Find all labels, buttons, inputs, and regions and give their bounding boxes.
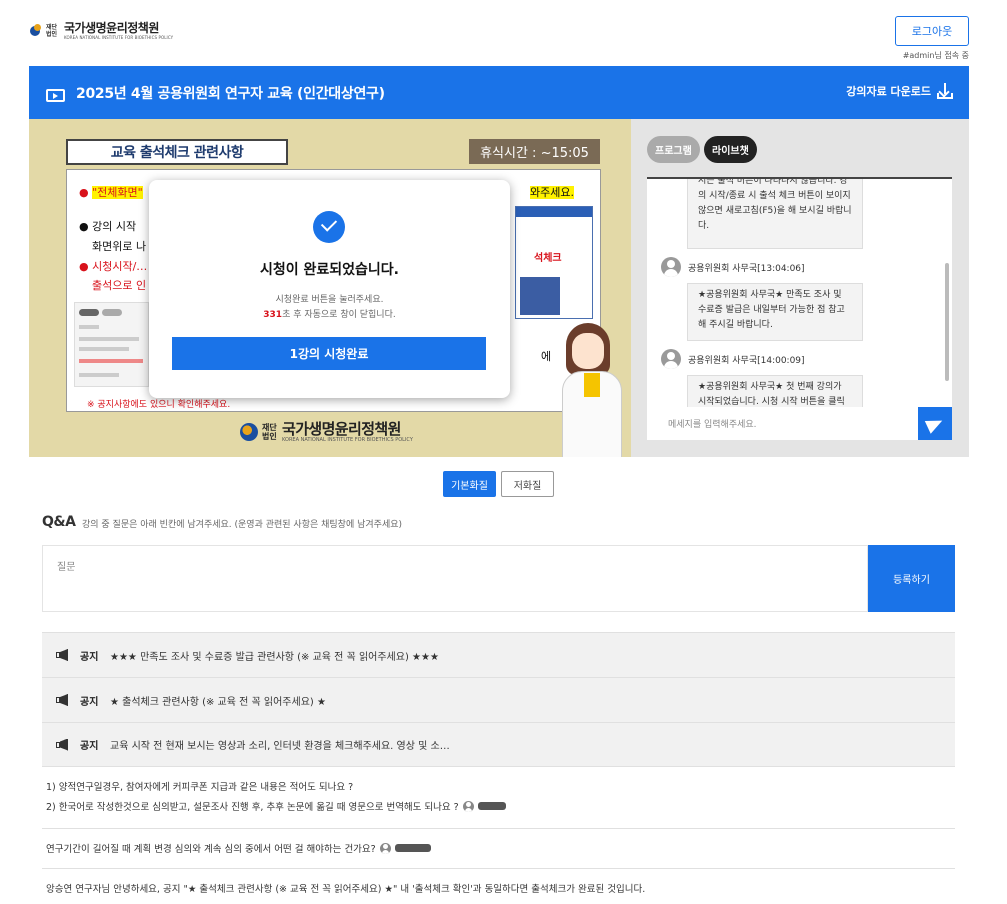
presenter-illustration	[556, 323, 631, 457]
logo-name: 국가생명윤리정책원	[64, 21, 159, 35]
slide-title: 교육 출석체크 관련사항	[66, 139, 288, 165]
slide-bullet-3b: 출석으로 인	[92, 279, 147, 292]
send-icon[interactable]	[918, 407, 952, 440]
chat-message-list[interactable]: 서는 출석 버튼이 나타나지 않습니다. 강의 시작/종료 시 출석 체크 버튼…	[647, 177, 952, 407]
notice-text: ★ 출석체크 관련사항 (※ 교육 전 꼭 읽어주세요) ★	[110, 696, 326, 708]
user-avatar-icon	[379, 842, 391, 854]
notice-text: ★★★ 만족도 조사 및 수료증 발급 관련사항 (※ 교육 전 꼭 읽어주세요…	[110, 651, 439, 663]
modal-message: 시청완료 버튼을 눌러주세요.	[275, 295, 384, 305]
slide-bullet-2: ● 강의 시작	[79, 220, 137, 233]
tab-live-chat[interactable]: 라이브챗	[704, 136, 757, 163]
qa-line: 연구기간이 길어질 때 계획 변경 심의와 계속 심의 중에서 어떤 걸 해야하…	[46, 838, 955, 858]
check-circle-icon	[313, 211, 345, 243]
notice-row[interactable]: 공지 교육 시작 전 현재 보시는 영상과 소리, 인터넷 환경을 체크해주세요…	[42, 722, 955, 767]
slide-bullet-1: ● "전체화면"	[79, 186, 143, 199]
chat-scrollbar[interactable]	[945, 263, 949, 381]
qa-title: Q&A	[42, 514, 76, 530]
slide-note: ※ 공지사항에도 있으니 확인해주세요.	[87, 400, 231, 410]
logout-button[interactable]: 로그아웃	[895, 16, 969, 46]
chat-sender: 공용위원회 사무국[14:00:09]	[661, 349, 805, 369]
chat-bubble: ★공용위원회 사무국★ 첫 번째 강의가 시작되었습니다. 시청 시작 버튼을 …	[687, 375, 863, 407]
question-input[interactable]: 질문	[42, 545, 868, 612]
slide-screenshot-thumbnail	[74, 302, 149, 387]
slide-logo-sub: KOREA NATIONAL INSTITUTE FOR BIOETHICS P…	[282, 437, 413, 443]
modal-countdown-message: 331초 후 자동으로 창이 닫힙니다.	[263, 310, 396, 320]
logo-mark-icon	[30, 24, 42, 38]
notice-tag: 공지	[80, 696, 99, 708]
notice-row[interactable]: 공지 ★ 출석체크 관련사항 (※ 교육 전 꼭 읽어주세요) ★	[42, 677, 955, 722]
watch-complete-button[interactable]: 1강의 시청완료	[172, 337, 486, 370]
qa-list-item[interactable]: 연구기간이 길어질 때 계획 변경 심의와 계속 심의 중에서 어떤 걸 해야하…	[42, 828, 955, 868]
user-avatar-icon	[661, 349, 681, 369]
download-materials-button[interactable]: 강의자료 다운로드	[846, 82, 953, 100]
chat-message-input[interactable]: 메세지를 입력해주세요.	[647, 407, 918, 440]
slide-logo-name: 국가생명윤리정책원	[282, 420, 401, 438]
qa-list-item[interactable]: 1) 양적연구일경우, 참여자에게 커피쿠폰 지급과 같은 내용은 적어도 되나…	[42, 776, 955, 828]
notice-tag: 공지	[80, 741, 99, 752]
submit-question-button[interactable]: 등록하기	[868, 545, 955, 612]
notice-text: 교육 시작 전 현재 보시는 영상과 소리, 인터넷 환경을 체크해주세요. 영…	[110, 741, 450, 752]
megaphone-icon	[56, 649, 70, 661]
download-label: 강의자료 다운로드	[846, 85, 931, 98]
course-title-bar: 2025년 4월 공용위원회 연구자 교육 (인간대상연구) 강의자료 다운로드	[29, 66, 969, 119]
qa-line: 2) 한국어로 작성한것으로 심의받고, 설문조사 진행 후, 추후 논문에 옮…	[46, 796, 955, 816]
slide-right-text: 에	[541, 350, 552, 363]
chat-sender: 공용위원회 사무국[13:04:06]	[661, 257, 805, 277]
slide-bullet-3: ● 시청시작/…	[79, 260, 148, 273]
quality-low-button[interactable]: 저화질	[501, 471, 554, 497]
course-title: 2025년 4월 공용위원회 연구자 교육 (인간대상연구)	[76, 85, 385, 102]
tab-program[interactable]: 프로그램	[647, 136, 700, 163]
notice-tag: 공지	[80, 651, 99, 663]
qa-list-item[interactable]: 앙승연 연구자님 안녕하세요, 공지 "★ 출석체크 관련사항 (※ 교육 전 …	[42, 868, 955, 904]
page: 재단법인 국가생명윤리정책원 KOREA NATIONAL INSTITUTE …	[0, 0, 1007, 904]
user-avatar-icon	[661, 257, 681, 277]
slide-logo-foundation: 재단법인	[262, 423, 277, 441]
chat-panel: 프로그램 라이브챗 서는 출석 버튼이 나타나지 않습니다. 강의 시작/종료 …	[631, 119, 969, 457]
logo-mark-icon	[240, 423, 258, 441]
tv-play-icon	[46, 85, 65, 102]
slide-bullet-1-tail: 와주세요.	[530, 186, 574, 199]
break-time-label: 휴식시간 : ~15:05	[469, 139, 600, 164]
completion-modal: 시청이 완료되었습니다. 시청완료 버튼을 눌러주세요. 331초 후 자동으로…	[149, 180, 510, 398]
chat-bubble: 서는 출석 버튼이 나타나지 않습니다. 강의 시작/종료 시 출석 체크 버튼…	[687, 179, 863, 249]
countdown-seconds: 331	[263, 310, 283, 320]
redacted-author	[394, 844, 431, 852]
modal-title: 시청이 완료되었습니다.	[260, 262, 399, 278]
user-avatar-icon	[462, 800, 474, 812]
logo-subtitle: KOREA NATIONAL INSTITUTE FOR BIOETHICS P…	[64, 35, 174, 40]
megaphone-icon	[56, 694, 70, 706]
slide-footer-logo: 재단법인 국가생명윤리정책원 KOREA NATIONAL INSTITUTE …	[240, 421, 413, 443]
download-icon	[937, 82, 953, 100]
redacted-author	[477, 802, 506, 810]
slide-bullet-2b: 화면위로 나	[92, 240, 147, 253]
qa-line: 앙승연 연구자님 안녕하세요, 공지 "★ 출석체크 관련사항 (※ 교육 전 …	[46, 884, 646, 895]
slide-screenshot-thumbnail-2: 석체크	[515, 206, 593, 319]
qa-line: 1) 양적연구일경우, 참여자에게 커피쿠폰 지급과 같은 내용은 적어도 되나…	[46, 782, 354, 793]
chat-bubble: ★공용위원회 사무국★ 만족도 조사 및 수료증 발급은 내일부터 가능한 점 …	[687, 283, 863, 341]
qa-description: 강의 중 질문은 아래 빈칸에 남겨주세요. (운영과 관련된 사항은 채팅창에…	[82, 520, 403, 530]
logo-foundation: 재단법인	[46, 24, 58, 38]
user-status: #admin님 접속 중	[902, 51, 969, 60]
notice-row[interactable]: 공지 ★★★ 만족도 조사 및 수료증 발급 관련사항 (※ 교육 전 꼭 읽어…	[42, 632, 955, 677]
quality-basic-button[interactable]: 기본화질	[443, 471, 496, 497]
megaphone-icon	[56, 738, 70, 751]
site-logo[interactable]: 재단법인 국가생명윤리정책원 KOREA NATIONAL INSTITUTE …	[30, 22, 173, 40]
